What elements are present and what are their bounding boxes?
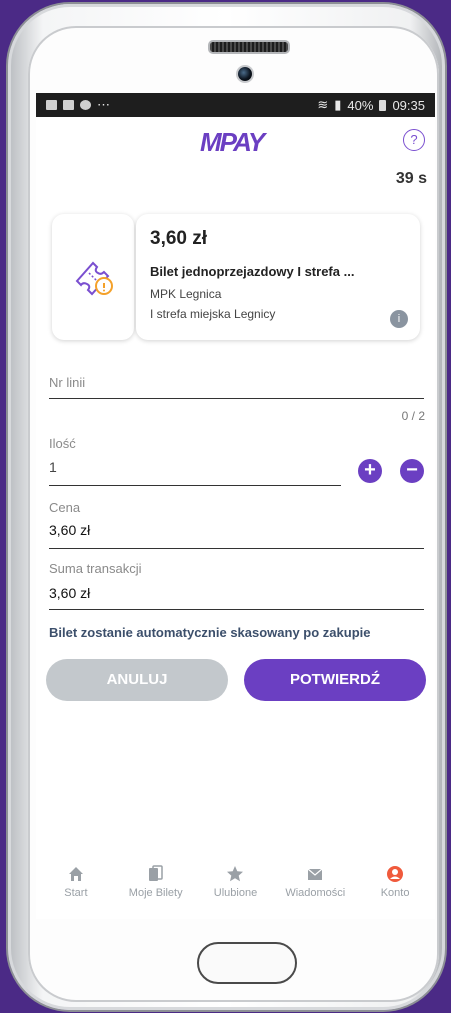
tab-my-tickets-label: Moje Bilety: [128, 887, 183, 899]
tab-favorites-label: Ulubione: [213, 887, 258, 899]
wifi-icon: ≋: [317, 97, 329, 112]
tab-messages[interactable]: Wiadomości: [275, 859, 355, 915]
status-bar: ⋯ ≋ ▮ 40% 09:35: [36, 93, 435, 117]
star-icon: [227, 866, 244, 882]
mpay-logo: MPAY: [200, 127, 265, 157]
auto-validate-notice: Bilet zostanie automatycznie skasowany p…: [49, 625, 371, 640]
ticket-details[interactable]: 3,60 zł Bilet jednoprzejazdowy I strefa …: [136, 214, 420, 340]
countdown-timer: 39 s: [395, 170, 427, 187]
ticket-zone: I strefa miejska Legnicy: [150, 307, 276, 321]
line-number-counter: 0 / 2: [401, 409, 425, 423]
help-button[interactable]: ?: [403, 129, 425, 151]
envelope-icon: [307, 868, 323, 880]
confirm-button[interactable]: POTWIERDŹ: [244, 659, 426, 701]
status-system: ≋ ▮ 40% 09:35: [317, 97, 425, 113]
total-underline: [49, 609, 424, 610]
ticket-operator: MPK Legnica: [150, 287, 222, 301]
front-camera: [238, 67, 252, 81]
ticket-price: 3,60 zł: [150, 228, 208, 249]
line-number-underline: [49, 398, 424, 399]
price-underline: [49, 548, 424, 549]
signal-icon: ▮: [334, 97, 342, 112]
app-screen: ⋯ ≋ ▮ 40% 09:35 MPAY ? 39 s 3,60 zł Bile…: [36, 93, 435, 919]
sync-icon: [80, 100, 91, 110]
tab-start[interactable]: Start: [36, 859, 116, 915]
ticket-icon: [75, 261, 113, 296]
battery-icon: [379, 99, 387, 111]
more-notifications: ⋯: [97, 97, 110, 112]
info-icon[interactable]: i: [390, 310, 408, 328]
ticket-icon-panel: [52, 214, 134, 340]
home-icon: [68, 867, 83, 881]
cancel-button[interactable]: ANULUJ: [46, 659, 228, 701]
quantity-input[interactable]: 1: [49, 459, 57, 475]
message-icon: [63, 100, 74, 110]
app-header: MPAY ?: [36, 117, 435, 163]
tab-start-label: Start: [64, 887, 88, 899]
tab-messages-label: Wiadomości: [285, 887, 346, 899]
quantity-plus-button[interactable]: +: [358, 459, 382, 483]
tab-account[interactable]: Konto: [355, 859, 435, 915]
gallery-icon: [46, 100, 57, 110]
battery-level: 40%: [347, 97, 374, 113]
line-number-label: Nr linii: [49, 375, 86, 390]
account-icon: [387, 866, 404, 882]
tab-account-label: Konto: [380, 887, 410, 899]
home-button[interactable]: [197, 942, 297, 984]
quantity-underline: [49, 485, 341, 486]
tab-favorites[interactable]: Ulubione: [196, 859, 276, 915]
status-notifications: ⋯: [46, 97, 110, 113]
speaker-grille: [208, 40, 290, 54]
line-number-input[interactable]: [136, 375, 416, 393]
total-value: 3,60 zł: [49, 585, 91, 601]
ticket-card: 3,60 zł Bilet jednoprzejazdowy I strefa …: [52, 214, 420, 340]
total-label: Suma transakcji: [49, 561, 142, 576]
tab-my-tickets[interactable]: Moje Bilety: [116, 859, 196, 915]
clock: 09:35: [392, 97, 425, 113]
ticket-name: Bilet jednoprzejazdowy I strefa ...: [150, 264, 355, 279]
quantity-minus-button[interactable]: −: [400, 459, 424, 483]
price-label: Cena: [49, 500, 81, 515]
tickets-icon: [148, 865, 163, 881]
quantity-label: Ilość: [49, 436, 76, 451]
bottom-tab-bar: Start Moje Bilety Ulubione Wiadomości Ko…: [36, 859, 435, 915]
price-value: 3,60 zł: [49, 522, 91, 538]
